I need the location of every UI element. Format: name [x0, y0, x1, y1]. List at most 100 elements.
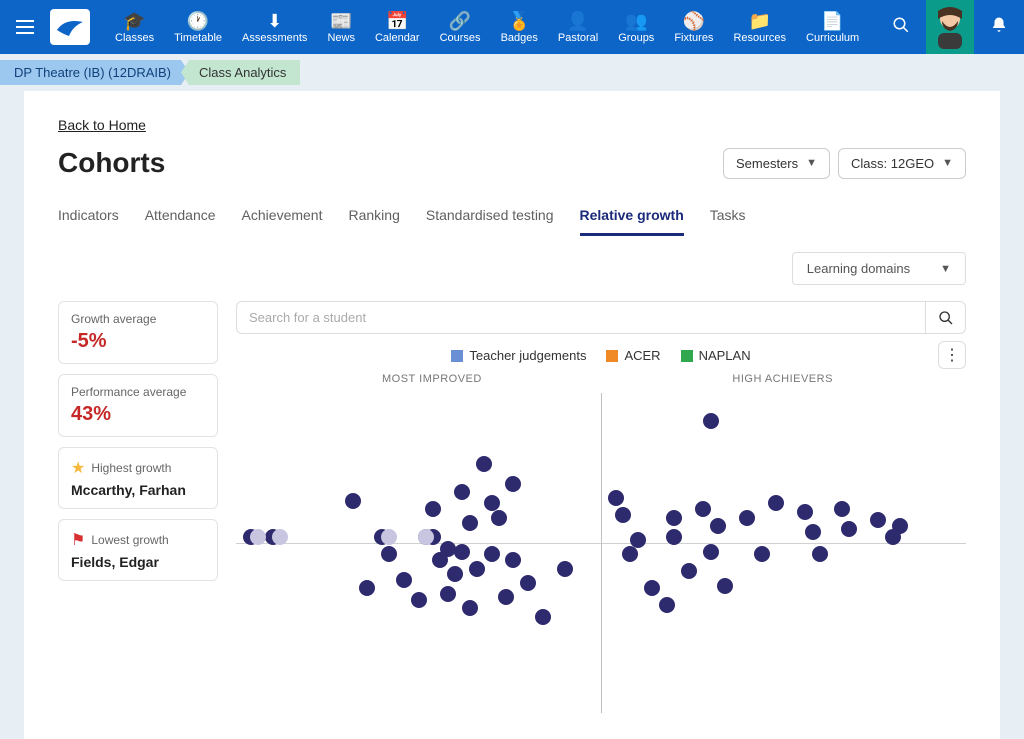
tab-achievement[interactable]: Achievement: [242, 201, 323, 236]
data-point[interactable]: [557, 561, 573, 577]
student-search-input[interactable]: [236, 301, 926, 334]
tab-ranking[interactable]: Ranking: [348, 201, 399, 236]
nav-curriculum[interactable]: 📄Curriculum: [796, 10, 869, 44]
class-dropdown[interactable]: Class: 12GEO ▼: [838, 148, 966, 179]
nav-assessments[interactable]: ⬇Assessments: [232, 10, 317, 44]
legend-teacher[interactable]: Teacher judgements: [451, 348, 586, 363]
data-point[interactable]: [476, 456, 492, 472]
page-title: Cohorts: [58, 147, 165, 179]
data-point[interactable]: [425, 501, 441, 517]
data-point[interactable]: [381, 546, 397, 562]
nav-classes[interactable]: 🎓Classes: [105, 10, 164, 44]
data-point[interactable]: [491, 510, 507, 526]
data-point[interactable]: [644, 580, 660, 596]
nav-label: Assessments: [242, 32, 307, 44]
data-point[interactable]: [834, 501, 850, 517]
data-point[interactable]: [440, 586, 456, 602]
data-point[interactable]: [396, 572, 412, 588]
data-point[interactable]: [703, 544, 719, 560]
data-point[interactable]: [498, 589, 514, 605]
app-logo[interactable]: [50, 9, 90, 45]
performance-label: Performance average: [71, 385, 205, 399]
data-point[interactable]: [381, 529, 397, 545]
data-point[interactable]: [841, 521, 857, 537]
data-point[interactable]: [615, 507, 631, 523]
nav-courses[interactable]: 🔗Courses: [430, 10, 491, 44]
data-point[interactable]: [454, 484, 470, 500]
nav-fixtures[interactable]: ⚾Fixtures: [664, 10, 723, 44]
data-point[interactable]: [411, 592, 427, 608]
breadcrumb-level-2[interactable]: Class Analytics: [181, 60, 300, 85]
data-point[interactable]: [739, 510, 755, 526]
data-point[interactable]: [345, 493, 361, 509]
data-point[interactable]: [608, 490, 624, 506]
data-point[interactable]: [717, 578, 733, 594]
menu-icon[interactable]: [10, 12, 40, 42]
semesters-dropdown[interactable]: Semesters ▼: [723, 148, 830, 179]
performance-average-card: Performance average 43%: [58, 374, 218, 437]
data-point[interactable]: [754, 546, 770, 562]
tab-indicators[interactable]: Indicators: [58, 201, 119, 236]
tab-relative-growth[interactable]: Relative growth: [580, 201, 684, 236]
timetable-icon: 🕐: [187, 10, 209, 32]
nav-timetable[interactable]: 🕐Timetable: [164, 10, 232, 44]
data-point[interactable]: [272, 529, 288, 545]
data-point[interactable]: [681, 563, 697, 579]
pastoral-icon: 👤: [567, 10, 589, 32]
curriculum-icon: 📄: [821, 10, 843, 32]
star-icon: ★: [71, 458, 85, 478]
quadrant-label-high-achievers: HIGH ACHIEVERS: [732, 373, 833, 385]
data-point[interactable]: [462, 515, 478, 531]
data-point[interactable]: [462, 600, 478, 616]
legend-acer[interactable]: ACER: [606, 348, 660, 363]
data-point[interactable]: [469, 561, 485, 577]
nav-calendar[interactable]: 📅Calendar: [365, 10, 430, 44]
data-point[interactable]: [805, 524, 821, 540]
data-point[interactable]: [630, 532, 646, 548]
data-point[interactable]: [454, 544, 470, 560]
data-point[interactable]: [659, 597, 675, 613]
data-point[interactable]: [695, 501, 711, 517]
data-point[interactable]: [622, 546, 638, 562]
data-point[interactable]: [812, 546, 828, 562]
nav-label: Courses: [440, 32, 481, 44]
data-point[interactable]: [710, 518, 726, 534]
nav-badges[interactable]: 🏅Badges: [491, 10, 548, 44]
learning-domains-dropdown[interactable]: Learning domains ▼: [792, 252, 966, 285]
user-avatar[interactable]: [926, 0, 974, 54]
nav-groups[interactable]: 👥Groups: [608, 10, 664, 44]
data-point[interactable]: [447, 566, 463, 582]
data-point[interactable]: [892, 518, 908, 534]
data-point[interactable]: [535, 609, 551, 625]
classes-icon: 🎓: [123, 10, 145, 32]
data-point[interactable]: [520, 575, 536, 591]
tab-tasks[interactable]: Tasks: [710, 201, 746, 236]
data-point[interactable]: [505, 476, 521, 492]
nav-resources[interactable]: 📁Resources: [723, 10, 796, 44]
search-button[interactable]: [926, 301, 966, 334]
data-point[interactable]: [666, 510, 682, 526]
back-link[interactable]: Back to Home: [58, 117, 146, 133]
data-point[interactable]: [359, 580, 375, 596]
data-point[interactable]: [440, 541, 456, 557]
breadcrumb-level-1[interactable]: DP Theatre (IB) (12DRAIB): [0, 60, 189, 85]
data-point[interactable]: [418, 529, 434, 545]
chart-menu-button[interactable]: ⋮: [938, 341, 966, 369]
data-point[interactable]: [666, 529, 682, 545]
data-point[interactable]: [870, 512, 886, 528]
search-icon[interactable]: [886, 16, 916, 39]
notifications-icon[interactable]: [984, 16, 1014, 39]
nav-news[interactable]: 📰News: [317, 10, 365, 44]
growth-value: -5%: [71, 330, 205, 353]
data-point[interactable]: [484, 546, 500, 562]
data-point[interactable]: [768, 495, 784, 511]
tab-attendance[interactable]: Attendance: [145, 201, 216, 236]
data-point[interactable]: [797, 504, 813, 520]
nav-label: Badges: [501, 32, 538, 44]
data-point[interactable]: [703, 413, 719, 429]
legend-naplan[interactable]: NAPLAN: [681, 348, 751, 363]
nav-pastoral[interactable]: 👤Pastoral: [548, 10, 608, 44]
tab-standardised-testing[interactable]: Standardised testing: [426, 201, 554, 236]
data-point[interactable]: [250, 529, 266, 545]
data-point[interactable]: [505, 552, 521, 568]
